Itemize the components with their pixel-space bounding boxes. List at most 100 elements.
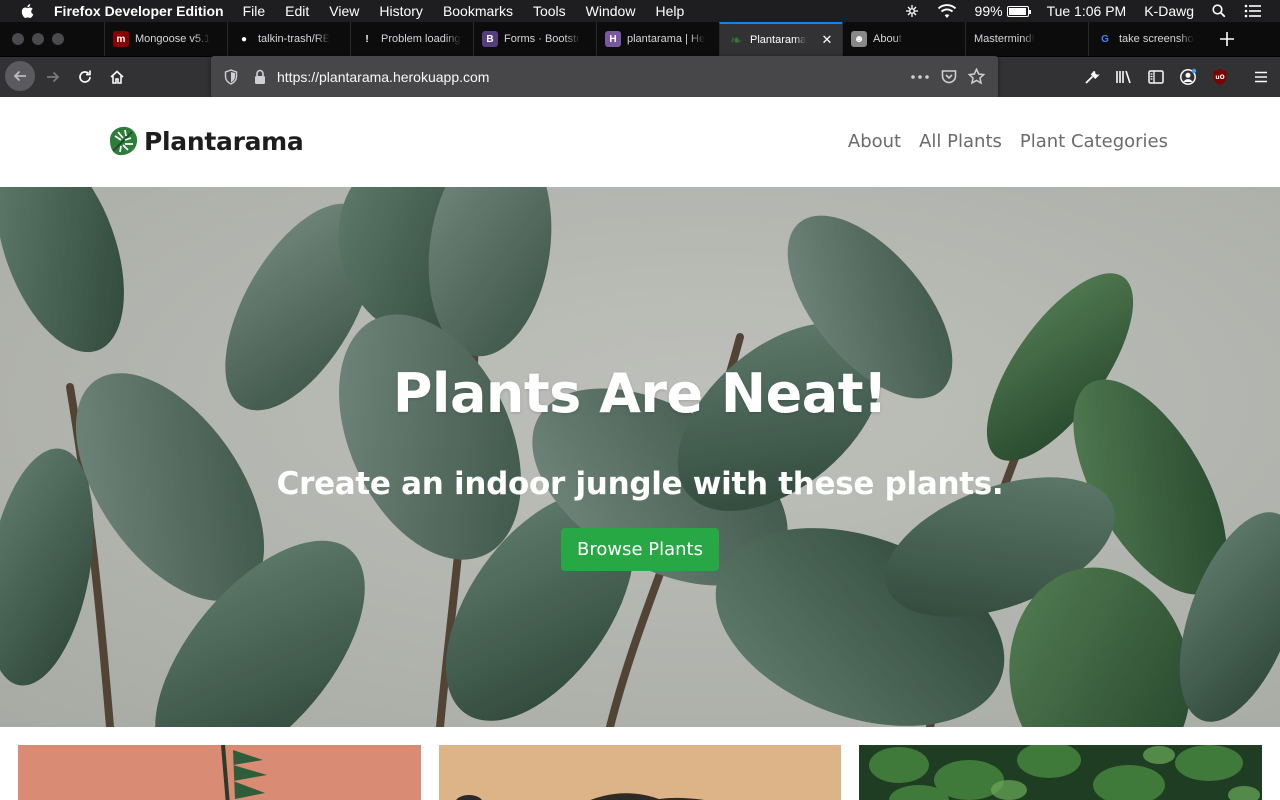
reload-button[interactable] [71, 63, 99, 91]
developer-tools-button[interactable] [1080, 67, 1104, 87]
sidebar-button[interactable] [1144, 67, 1168, 87]
padlock-icon[interactable] [254, 69, 266, 85]
home-button[interactable] [103, 63, 131, 91]
browser-tab[interactable]: Gtake screensho [1088, 22, 1211, 56]
hamburger-menu-icon [1255, 71, 1267, 83]
network-status-icon[interactable] [905, 4, 919, 18]
plant-cards-row [0, 727, 1280, 800]
pocket-icon[interactable] [941, 69, 957, 84]
address-bar[interactable]: https://plantarama.herokuapp.com [211, 56, 998, 98]
browser-tab[interactable]: Hplantarama | He [596, 22, 719, 56]
github-icon: ● [240, 33, 248, 45]
tab-title: plantarama | He [627, 33, 706, 45]
svg-text:uO: uO [1215, 74, 1224, 81]
tab-title: take screensho [1119, 33, 1194, 45]
browser-tab[interactable]: ☻ About [842, 22, 965, 56]
plant-card-image[interactable] [859, 745, 1262, 800]
menu-file[interactable]: File [243, 3, 266, 19]
zoom-window-button[interactable] [52, 33, 64, 45]
reload-icon [79, 70, 91, 83]
ublock-shield-icon: uO [1213, 69, 1227, 85]
url-text[interactable]: https://plantarama.herokuapp.com [277, 69, 489, 85]
browser-tab[interactable]: ! Problem loading [350, 22, 473, 56]
window-controls [0, 22, 104, 56]
page-actions-icon[interactable] [911, 75, 929, 79]
menu-window[interactable]: Window [586, 3, 636, 19]
hero-subtitle: Create an indoor jungle with these plant… [276, 466, 1004, 502]
hero-section [0, 187, 1280, 727]
arrow-left-icon [13, 70, 26, 82]
back-button[interactable] [5, 61, 35, 91]
brand-name: Plantarama [144, 126, 304, 156]
bookmark-star-icon[interactable] [968, 68, 985, 85]
leaf-icon: ❧ [730, 31, 742, 48]
menu-bookmarks[interactable]: Bookmarks [443, 3, 513, 19]
library-icon [1116, 70, 1131, 84]
site-header: Plantarama About All Plants Plant Catego… [0, 97, 1280, 187]
menu-history[interactable]: History [379, 3, 423, 19]
sidebar-icon [1148, 70, 1164, 84]
tab-title: Problem loading [381, 33, 461, 45]
tab-title: Forms · Bootstr [504, 33, 580, 45]
tab-title: Mastermind! [974, 33, 1035, 45]
nav-link-all-plants[interactable]: All Plants [919, 131, 1002, 152]
browser-tab[interactable]: ❧ Plantarama ✕ [719, 22, 842, 56]
tab-title: Plantarama [750, 34, 807, 46]
menu-edit[interactable]: Edit [285, 3, 309, 19]
menu-tools[interactable]: Tools [533, 3, 566, 19]
new-tab-button[interactable] [1211, 22, 1243, 56]
heroku-icon: H [605, 31, 621, 47]
ublock-origin-button[interactable]: uO [1208, 67, 1232, 87]
site-nav: About All Plants Plant Categories [848, 131, 1168, 152]
mongoose-icon: m [113, 31, 129, 47]
browser-tab[interactable]: B Forms · Bootstr [473, 22, 596, 56]
library-button[interactable] [1112, 67, 1136, 87]
plant-card-image[interactable] [439, 745, 842, 800]
menu-help[interactable]: Help [655, 3, 684, 19]
tab-title: About [873, 33, 902, 45]
plus-icon [1220, 32, 1234, 46]
brand-link[interactable]: Plantarama [106, 124, 304, 158]
bootstrap-icon: B [482, 31, 498, 47]
apple-icon[interactable] [20, 3, 36, 19]
spotlight-search-icon[interactable] [1212, 4, 1226, 18]
menu-view[interactable]: View [329, 3, 359, 19]
browser-tab[interactable]: Mastermind! [965, 22, 1088, 56]
browser-tab[interactable]: ● talkin-trash/RE [227, 22, 350, 56]
open-menu-button[interactable] [1249, 67, 1273, 87]
plant-card-image[interactable] [18, 745, 421, 800]
battery-percent: 99% [974, 3, 1003, 19]
browse-plants-button[interactable]: Browse Plants [561, 528, 719, 571]
hero-title: Plants Are Neat! [392, 362, 888, 425]
battery-indicator[interactable]: 99% [974, 3, 1031, 19]
battery-fill [1008, 7, 1027, 15]
hero-background-plant-image [0, 187, 1280, 727]
nav-link-about[interactable]: About [848, 131, 901, 152]
close-window-button[interactable] [12, 33, 24, 45]
wifi-icon[interactable] [937, 3, 957, 19]
minimize-window-button[interactable] [32, 33, 44, 45]
arrow-right-icon [47, 71, 60, 83]
warning-icon: ! [365, 33, 369, 45]
home-icon [110, 70, 124, 84]
monstera-leaf-logo-icon [110, 126, 138, 156]
wrench-icon [1085, 70, 1100, 84]
tab-title: Mongoose v5.1 [135, 33, 211, 45]
forward-button[interactable] [39, 63, 67, 91]
user-name[interactable]: K-Dawg [1144, 3, 1194, 19]
battery-icon [1006, 5, 1031, 17]
macos-menu-bar: Firefox Developer Edition File Edit View… [0, 0, 1280, 22]
account-icon [1180, 68, 1197, 85]
google-icon: G [1101, 33, 1109, 45]
tab-strip: m Mongoose v5.1 ● talkin-trash/RE! Problem l… [0, 22, 1280, 57]
close-tab-icon[interactable]: ✕ [820, 32, 834, 48]
menu-app-name[interactable]: Firefox Developer Edition [54, 3, 224, 19]
browser-tab[interactable]: m Mongoose v5.1 [104, 22, 227, 56]
raccoon-icon: ☻ [851, 31, 867, 47]
notification-center-icon[interactable] [1244, 4, 1262, 18]
tracking-protection-icon[interactable] [224, 69, 238, 85]
clock[interactable]: Tue 1:06 PM [1047, 3, 1127, 19]
tab-title: talkin-trash/RE [258, 33, 331, 45]
nav-link-plant-categories[interactable]: Plant Categories [1020, 131, 1168, 152]
account-button[interactable] [1176, 67, 1200, 87]
